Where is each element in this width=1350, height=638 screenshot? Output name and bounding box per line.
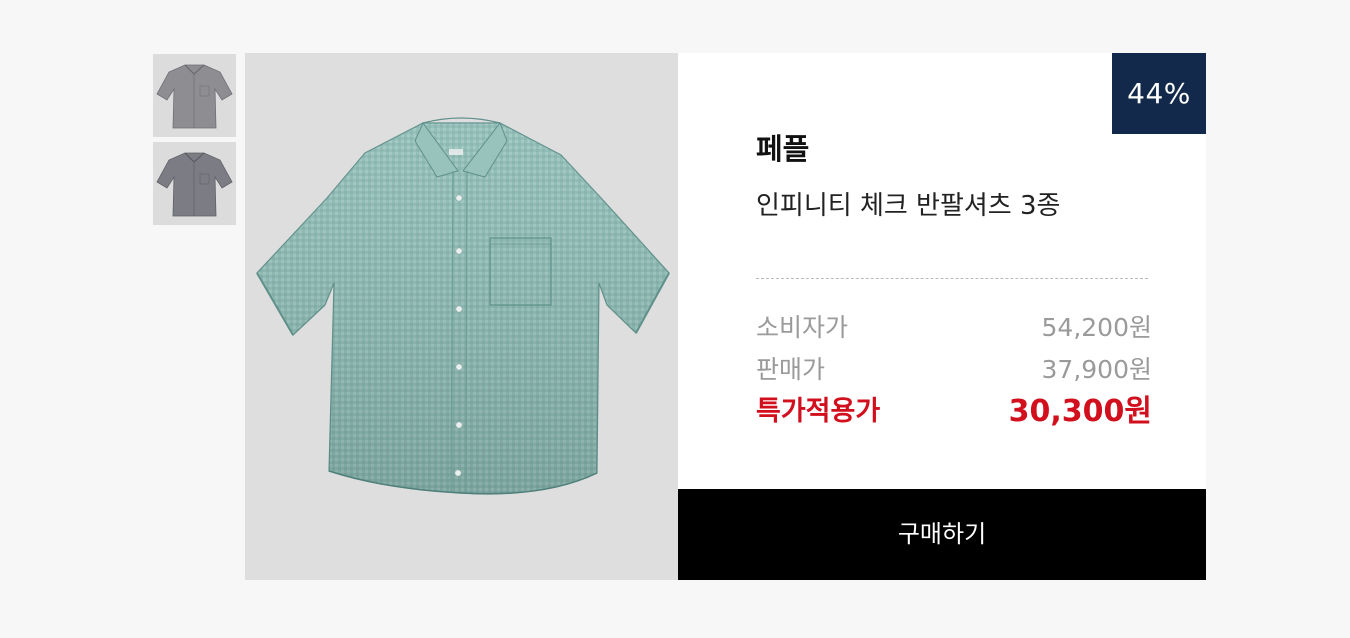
product-name: 인피니티 체크 반팔셔츠 3종 (756, 191, 1061, 221)
sale-price-value: 37,900원 (1041, 355, 1152, 384)
thumbnail-1[interactable] (153, 54, 236, 137)
brand-name: 페플 (756, 132, 810, 166)
discount-badge: 44% (1112, 53, 1206, 134)
special-price-value: 30,300원 (1008, 394, 1152, 429)
main-product-image (245, 53, 678, 580)
product-info-panel: 44% 페플 인피니티 체크 반팔셔츠 3종 소비자가 54,200원 판매가 … (678, 53, 1206, 489)
special-price-label: 특가적용가 (756, 396, 881, 427)
thumbnail-2[interactable] (153, 142, 236, 225)
dashed-divider (756, 278, 1148, 279)
consumer-price-row: 소비자가 54,200원 (756, 308, 1152, 348)
sale-price-label: 판매가 (756, 355, 826, 384)
shirt-thumbnail-image-1 (153, 54, 236, 137)
check-shirt-image (245, 53, 678, 580)
special-price-row: 특가적용가 30,300원 (756, 392, 1152, 432)
shirt-thumbnail-image-2 (153, 142, 236, 225)
buy-button[interactable]: 구매하기 (678, 489, 1206, 580)
sale-price-row: 판매가 37,900원 (756, 350, 1152, 390)
consumer-price-value: 54,200원 (1041, 313, 1152, 342)
consumer-price-label: 소비자가 (756, 313, 849, 342)
